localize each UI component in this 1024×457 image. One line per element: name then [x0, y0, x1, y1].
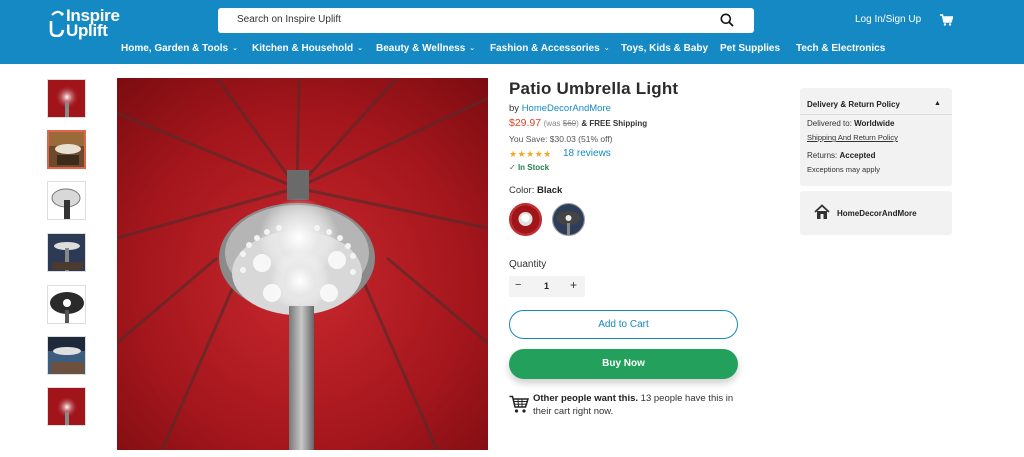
social-proof-text: Other people want this. 13 people have t…	[533, 392, 743, 418]
thumbnail-image	[48, 234, 85, 271]
price-line: $29.97 (was $60) & FREE Shipping	[509, 117, 647, 129]
current-price: $29.97	[509, 117, 542, 129]
returns-label: Returns:	[807, 151, 840, 160]
thumbnail-image	[48, 286, 85, 323]
quantity-value[interactable]: 1	[544, 281, 549, 291]
product-thumbnail[interactable]	[47, 181, 86, 220]
nav-item-label: Home, Garden & Tools	[121, 43, 229, 54]
seller-byline: by HomeDecorAndMore	[509, 103, 611, 114]
site-logo[interactable]: Inspire Uplift	[46, 7, 126, 40]
product-thumbnail[interactable]	[47, 336, 86, 375]
product-thumbnail[interactable]	[47, 233, 86, 272]
panel-divider	[800, 114, 952, 115]
swatch-image	[511, 205, 540, 234]
login-link[interactable]: Log In/Sign Up	[855, 14, 921, 25]
search-placeholder: Search on Inspire Uplift	[237, 14, 341, 25]
product-thumbnail[interactable]	[47, 79, 86, 118]
delivery-return-panel: Delivery & Return Policy ▲ Delivered to:…	[800, 88, 952, 186]
thumbnail-image	[48, 337, 85, 374]
nav-item-beauty[interactable]: Beauty & Wellness ⌄	[376, 43, 475, 54]
nav-item-pet[interactable]: Pet Supplies	[720, 43, 780, 54]
stock-label: In Stock	[517, 163, 550, 172]
color-label-text: Color:	[509, 185, 537, 196]
nav-item-label: Pet Supplies	[720, 43, 781, 54]
store-card[interactable]: HomeDecorAndMore	[800, 191, 952, 235]
thumbnail-image	[49, 132, 84, 167]
cart-icon[interactable]	[940, 14, 953, 26]
thumbnail-image	[48, 388, 85, 425]
stock-status: ✓ In Stock	[509, 163, 549, 172]
color-value: Black	[536, 185, 563, 196]
delivered-value: Worldwide	[854, 119, 895, 128]
product-thumbnail-active[interactable]	[47, 130, 86, 169]
returns-info: Returns: Accepted	[807, 151, 875, 160]
chevron-down-icon: ⌄	[232, 45, 238, 52]
nav-item-label: Kitchen & Household	[252, 43, 354, 54]
reviews-link[interactable]: 18 reviews	[563, 148, 611, 159]
was-suffix: )	[576, 119, 579, 128]
product-thumbnail[interactable]	[47, 387, 86, 426]
delivery-panel-title[interactable]: Delivery & Return Policy	[807, 100, 900, 109]
original-price: $60	[562, 119, 577, 128]
category-nav: Home, Garden & Tools ⌄ Kitchen & Househol…	[0, 43, 1024, 57]
store-name: HomeDecorAndMore	[837, 209, 917, 218]
checkmark-icon: ✓	[509, 163, 516, 172]
quantity-stepper: − 1 +	[509, 276, 585, 297]
nav-item-label: Beauty & Wellness	[376, 43, 466, 54]
nav-item-label: Fashion & Accessories	[490, 43, 600, 54]
logo-text-line2: Uplift	[66, 21, 108, 40]
color-swatch[interactable]	[552, 203, 585, 236]
shopping-cart-icon	[509, 395, 529, 413]
product-title: Patio Umbrella Light	[509, 79, 679, 98]
star-rating-icon: ★★★★★	[509, 149, 552, 159]
thumbnail-image	[48, 80, 85, 117]
chevron-down-icon: ⌄	[469, 45, 476, 52]
color-label: Color: Black	[509, 185, 562, 196]
quantity-decrement-button[interactable]: −	[515, 279, 521, 291]
thumbnail-image	[48, 182, 85, 219]
swatch-image	[553, 204, 584, 235]
returns-value: Accepted	[839, 151, 876, 160]
color-swatch-selected[interactable]	[509, 203, 542, 236]
buy-now-button[interactable]: Buy Now	[509, 349, 738, 379]
free-shipping-label: & FREE Shipping	[581, 119, 648, 128]
exceptions-note: Exceptions may apply	[807, 165, 880, 174]
delivered-to: Delivered to: Worldwide	[807, 119, 894, 128]
seller-link[interactable]: HomeDecorAndMore	[522, 103, 611, 114]
umbrella-light-photo	[117, 78, 488, 450]
chevron-down-icon: ⌄	[603, 45, 610, 52]
chevron-up-icon[interactable]: ▲	[934, 100, 941, 107]
shipping-policy-link[interactable]: Shipping And Return Policy	[807, 133, 898, 142]
nav-item-label: Toys, Kids & Baby	[621, 43, 709, 54]
site-header: Inspire Uplift Search on Inspire Uplift …	[0, 0, 1024, 64]
nav-item-home-garden[interactable]: Home, Garden & Tools ⌄	[121, 43, 238, 54]
social-proof-bold: Other people want this.	[533, 393, 639, 404]
store-home-icon	[814, 204, 830, 219]
was-prefix: (was	[543, 119, 563, 128]
delivered-label: Delivered to:	[807, 119, 855, 128]
was-price: (was $60)	[544, 119, 579, 128]
nav-item-kitchen[interactable]: Kitchen & Household ⌄	[252, 43, 363, 54]
nav-item-tech[interactable]: Tech & Electronics	[796, 43, 885, 54]
add-to-cart-button[interactable]: Add to Cart	[509, 310, 738, 339]
search-input[interactable]: Search on Inspire Uplift	[218, 8, 754, 33]
by-label: by	[509, 103, 520, 114]
product-thumbnail[interactable]	[47, 285, 86, 324]
chevron-down-icon: ⌄	[357, 45, 363, 52]
savings-text: You Save: $30.03 (51% off)	[509, 134, 613, 144]
search-icon[interactable]	[720, 13, 734, 27]
quantity-increment-button[interactable]: +	[570, 278, 577, 292]
main-product-image[interactable]	[117, 78, 488, 450]
logo-swoosh-icon	[49, 10, 65, 37]
nav-item-label: Tech & Electronics	[796, 43, 886, 54]
nav-item-toys[interactable]: Toys, Kids & Baby	[621, 43, 708, 54]
nav-item-fashion[interactable]: Fashion & Accessories ⌄	[490, 43, 610, 54]
quantity-label: Quantity	[509, 259, 547, 270]
